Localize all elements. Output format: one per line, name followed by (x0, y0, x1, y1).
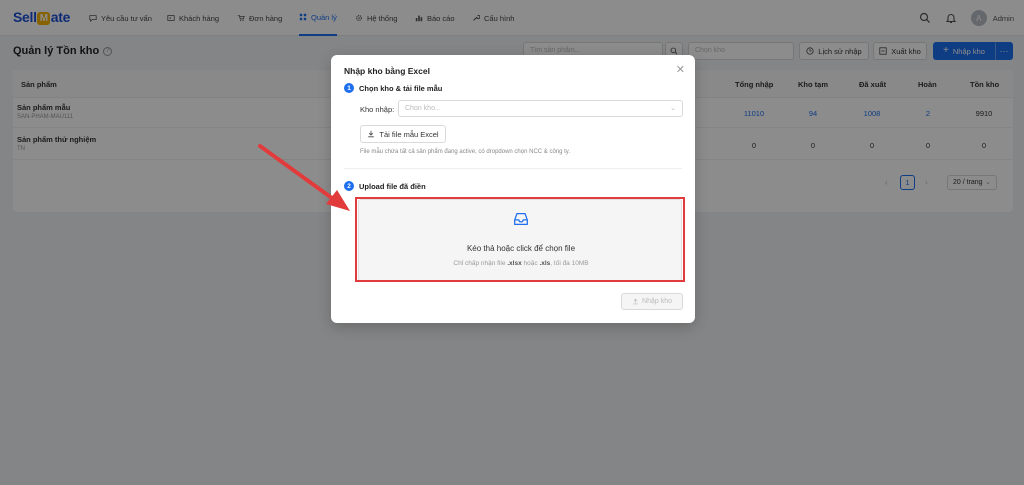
close-icon[interactable]: ✕ (676, 63, 685, 76)
divider (344, 168, 682, 169)
upload-icon (633, 298, 638, 305)
download-icon (368, 130, 375, 138)
download-template-button[interactable]: Tải file mẫu Excel (360, 125, 446, 143)
submit-import-button[interactable]: Nhập kho (621, 293, 683, 310)
step-number: 2 (344, 181, 354, 191)
import-excel-modal: Nhập kho bằng Excel ✕ 1 Chọn kho & tải f… (331, 55, 695, 323)
warehouse-select[interactable]: Chọn kho... ⌄ (398, 100, 683, 117)
template-hint: File mẫu chứa tất cả sản phẩm đang activ… (360, 149, 571, 155)
step-title: Chọn kho & tải file mẫu (359, 83, 443, 93)
step-number: 1 (344, 83, 354, 93)
warehouse-label: Kho nhập: (360, 105, 395, 114)
modal-title: Nhập kho bằng Excel (344, 66, 430, 76)
step-title: Upload file đã điền (359, 181, 426, 191)
chevron-down-icon: ⌄ (670, 105, 676, 112)
step-1: 1 Chọn kho & tải file mẫu (344, 83, 442, 93)
highlight-box (355, 197, 685, 282)
step-2: 2 Upload file đã điền (344, 181, 426, 191)
